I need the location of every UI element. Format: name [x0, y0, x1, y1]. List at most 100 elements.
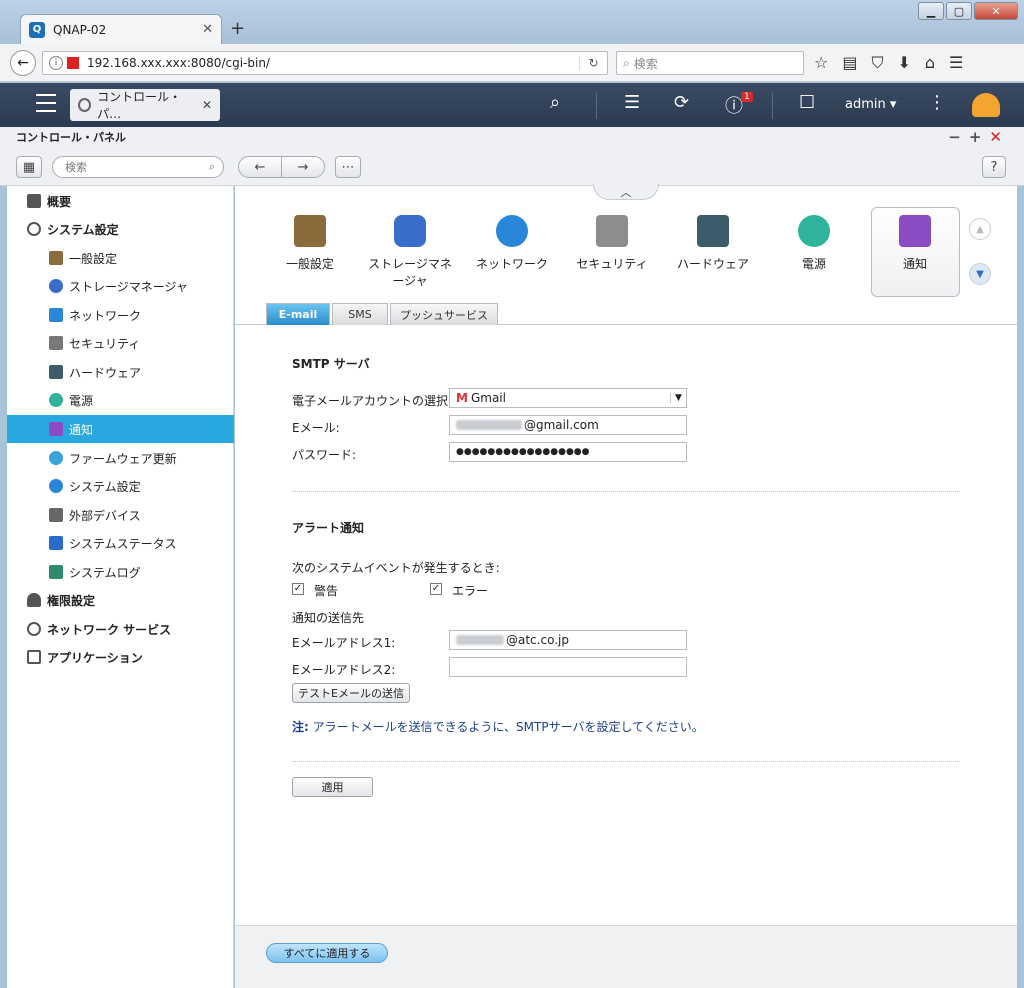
new-tab-icon[interactable]: +: [230, 18, 245, 39]
tab-push-service[interactable]: プッシュサービス: [390, 303, 498, 325]
reload-icon[interactable]: ↻: [579, 56, 607, 70]
sidebar-item-firmware[interactable]: ファームウェア更新: [7, 444, 234, 472]
sidebar-item-general[interactable]: 一般設定: [7, 244, 234, 272]
category-storage[interactable]: ストレージマネージャ: [368, 205, 452, 289]
panel-minimize-icon[interactable]: −: [948, 128, 969, 146]
close-tab-icon[interactable]: ✕: [202, 22, 213, 37]
sidebar-item-applications[interactable]: アプリケーション: [7, 643, 234, 671]
help-button[interactable]: ?: [982, 156, 1006, 178]
panel-search-input[interactable]: 検索 ⌕: [52, 156, 224, 178]
minimize-icon[interactable]: ▁: [918, 2, 944, 20]
sidebar-item-system-settings[interactable]: システム設定: [7, 215, 234, 243]
section-divider: [292, 761, 960, 762]
email-field[interactable]: @gmail.com: [449, 415, 687, 435]
warning-checkbox[interactable]: ✓: [292, 583, 304, 595]
category-notification[interactable]: 通知: [873, 205, 957, 272]
layout-toggle-icon[interactable]: ▦: [16, 156, 42, 178]
reader-icon[interactable]: ▤: [842, 53, 857, 73]
close-app-icon[interactable]: ✕: [202, 98, 212, 112]
password-label: パスワード:: [292, 448, 357, 462]
address2-field[interactable]: [449, 657, 687, 677]
category-hardware[interactable]: ハードウェア: [671, 205, 755, 272]
category-power[interactable]: 電源: [772, 205, 856, 272]
bookmark-star-icon[interactable]: ☆: [814, 53, 828, 73]
sidebar-item-system-log[interactable]: システムログ: [7, 558, 234, 586]
url-bar[interactable]: i 192.168.xxx.xxx:8080/cgi-bin/ ↻: [42, 51, 608, 75]
panel-window-controls: −+✕: [948, 128, 1010, 146]
download-icon[interactable]: ⬇: [897, 53, 910, 73]
sidebar-item-system-config[interactable]: システム設定: [7, 472, 234, 500]
sidebar-item-overview[interactable]: 概要: [7, 187, 234, 215]
search-icon[interactable]: ⌕: [550, 92, 560, 113]
forward-arrow-icon[interactable]: →: [281, 156, 325, 178]
chevron-down-icon[interactable]: ▼: [670, 393, 686, 403]
home-icon[interactable]: ⌂: [925, 53, 935, 73]
sidebar: 概要 システム設定 一般設定 ストレージマネージャ ネットワーク セキュリティ …: [7, 186, 234, 988]
storage-icon: [394, 215, 426, 247]
insecure-icon: [67, 57, 79, 69]
warning-label: 警告: [314, 584, 339, 598]
info-icon[interactable]: i: [49, 56, 63, 70]
globe-icon: [27, 622, 41, 636]
sidebar-item-hardware[interactable]: ハードウェア: [7, 358, 234, 386]
tab-sms[interactable]: SMS: [332, 303, 388, 325]
user-icon[interactable]: ☐: [799, 92, 815, 113]
tab-email[interactable]: E-mail: [266, 303, 330, 325]
monitor-icon: [49, 536, 63, 550]
storage-icon: [49, 279, 63, 293]
collapse-icon[interactable]: ︿: [593, 184, 659, 200]
sidebar-item-notification[interactable]: 通知: [7, 415, 234, 443]
panel-maximize-icon[interactable]: +: [969, 128, 990, 146]
pocket-icon[interactable]: ⛉: [871, 53, 883, 73]
back-icon[interactable]: ←: [10, 50, 36, 76]
url-text[interactable]: 192.168.xxx.xxx:8080/cgi-bin/: [87, 56, 270, 70]
control-panel-app-tab[interactable]: コントロール・パ… ✕: [70, 89, 220, 121]
sidebar-item-storage[interactable]: ストレージマネージャ: [7, 272, 234, 300]
address1-label: Eメールアドレス1:: [292, 636, 396, 650]
panel-close-icon[interactable]: ✕: [989, 128, 1010, 146]
account-select[interactable]: M Gmail ▼: [449, 388, 687, 408]
address1-field[interactable]: @atc.co.jp: [449, 630, 687, 650]
network-icon: [496, 215, 528, 247]
error-label: エラー: [452, 584, 489, 598]
category-general[interactable]: 一般設定: [268, 205, 352, 272]
browser-toolbar-icons: ☆ ▤ ⛉ ⬇ ⌂ ☰: [814, 53, 963, 73]
error-checkbox[interactable]: ✓: [430, 583, 442, 595]
sidebar-item-system-status[interactable]: システムステータス: [7, 529, 234, 557]
apply-button[interactable]: 適用: [292, 777, 373, 797]
category-network[interactable]: ネットワーク: [470, 205, 554, 272]
close-window-icon[interactable]: ✕: [974, 2, 1018, 20]
password-field[interactable]: ●●●●●●●●●●●●●●●●●: [449, 442, 687, 462]
sidebar-item-network-services[interactable]: ネットワーク サービス: [7, 615, 234, 643]
more-options-icon[interactable]: ⋮: [928, 92, 946, 113]
notification-icon: [899, 215, 931, 247]
gear-icon: [78, 98, 92, 112]
account-label: 電子メールアカウントの選択:: [292, 394, 453, 408]
sidebar-item-external-devices[interactable]: 外部デバイス: [7, 501, 234, 529]
test-email-button[interactable]: テストEメールの送信: [292, 683, 410, 703]
menu-icon[interactable]: ☰: [949, 53, 963, 73]
user-icon: [27, 593, 41, 607]
general-settings-icon: [294, 215, 326, 247]
browser-search-input[interactable]: ⌕ 検索: [616, 51, 804, 75]
network-icon: [49, 308, 63, 322]
smtp-heading: SMTP サーバ: [292, 357, 370, 371]
apply-all-button[interactable]: すべてに適用する: [266, 943, 388, 963]
maximize-icon[interactable]: ▢: [946, 2, 972, 20]
main-menu-icon[interactable]: [36, 94, 56, 112]
dashboard-gauge-icon[interactable]: [972, 93, 1000, 117]
sidebar-item-power[interactable]: 電源: [7, 386, 234, 414]
tasks-icon[interactable]: ☰: [624, 92, 640, 113]
scroll-up-icon[interactable]: ▲: [969, 218, 991, 240]
back-arrow-icon[interactable]: ←: [238, 156, 282, 178]
category-security[interactable]: セキュリティ: [570, 205, 654, 272]
sync-icon[interactable]: ⟳: [674, 92, 689, 113]
app-tab-label: コントロール・パ…: [97, 90, 182, 121]
user-menu[interactable]: admin ▾: [845, 97, 896, 112]
apps-grid-icon[interactable]: ⋯: [335, 156, 361, 178]
sidebar-item-security[interactable]: セキュリティ: [7, 329, 234, 357]
browser-tab[interactable]: Q QNAP-02 ✕: [20, 14, 222, 44]
sidebar-item-network[interactable]: ネットワーク: [7, 301, 234, 329]
scroll-down-icon[interactable]: ▼: [969, 263, 991, 285]
sidebar-item-permissions[interactable]: 権限設定: [7, 586, 234, 614]
